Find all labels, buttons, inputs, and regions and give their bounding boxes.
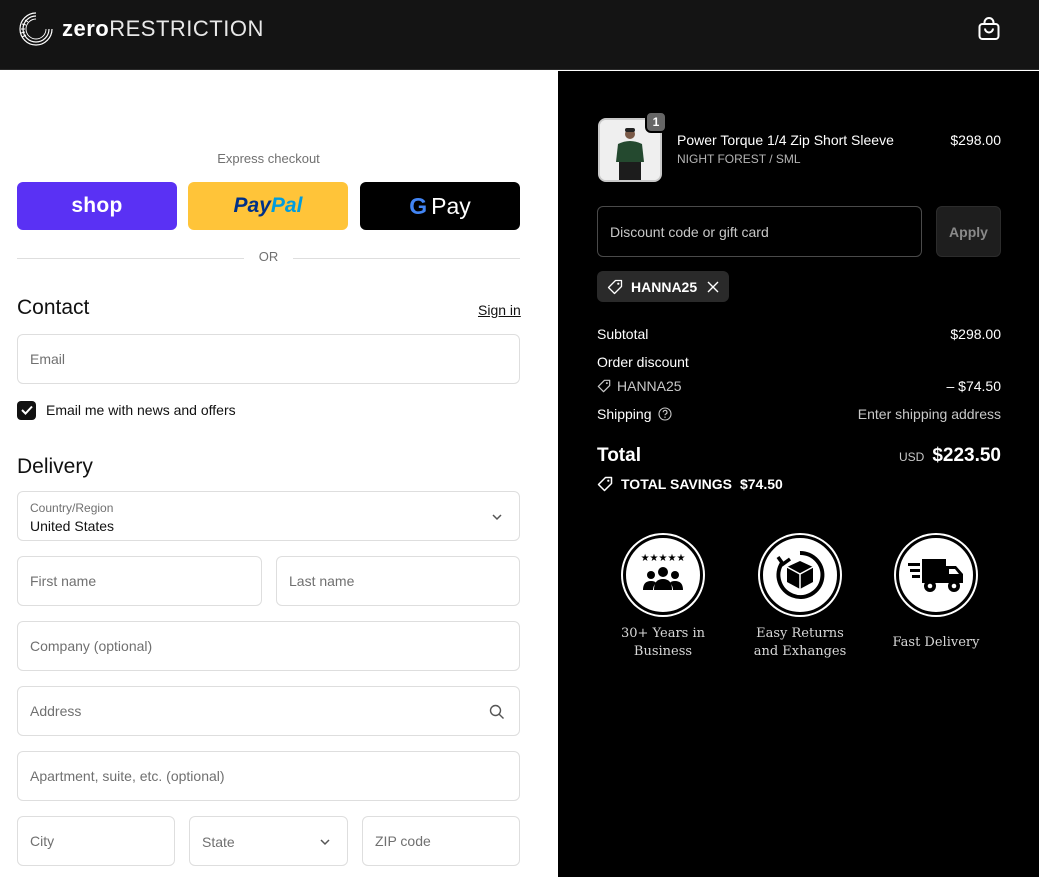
address-input[interactable] <box>18 687 519 735</box>
state-select[interactable]: State <box>189 816 348 866</box>
email-field[interactable] <box>17 334 520 384</box>
quantity-badge: 1 <box>645 111 667 133</box>
top-bar: zeroRESTRICTION <box>0 0 1039 70</box>
product-name: Power Torque 1/4 Zip Short Sleeve <box>677 132 894 148</box>
truck-icon <box>908 559 963 592</box>
applied-code-chip: HANNA25 <box>597 271 730 302</box>
badge-years-line1: 30+ Years in <box>620 626 705 641</box>
apartment-field[interactable] <box>17 751 520 801</box>
badge-delivery: Fast Delivery <box>876 535 996 652</box>
order-discount-label: Order discount <box>597 354 689 370</box>
zip-field[interactable] <box>362 816 520 866</box>
apartment-input[interactable] <box>18 752 519 800</box>
city-input[interactable] <box>18 817 174 865</box>
shop-pay-button[interactable]: shop <box>17 182 177 230</box>
city-field[interactable] <box>17 816 175 866</box>
svg-text:★★★★★: ★★★★★ <box>641 553 686 564</box>
logo-swirl-icon <box>19 12 53 46</box>
delivery-title: Delivery <box>17 455 93 478</box>
box-return-icon <box>776 550 825 599</box>
paypal-button[interactable]: Pay Pal <box>188 182 348 230</box>
google-g-icon: G <box>409 192 428 219</box>
product-variant: NIGHT FOREST / SML <box>677 152 801 166</box>
shipping-label: Shipping <box>597 406 652 422</box>
state-placeholder: State <box>202 834 235 850</box>
tag-icon <box>597 476 613 492</box>
order-summary: 1 Power Torque 1/4 Zip Short Sleeve NIGH… <box>558 71 1039 877</box>
discount-value: – $74.50 <box>946 378 1002 394</box>
first-name-input[interactable] <box>18 557 261 605</box>
badge-returns-line1: Easy Returns <box>756 626 844 641</box>
express-checkout-label: Express checkout <box>217 151 320 166</box>
discount-code-text: HANNA25 <box>617 378 682 394</box>
sign-in-link[interactable]: Sign in <box>478 302 521 318</box>
discount-input[interactable] <box>598 207 921 256</box>
tag-icon <box>597 379 611 393</box>
badge-delivery-line1: Fast Delivery <box>892 635 980 650</box>
shipping-value: Enter shipping address <box>857 406 1001 422</box>
brand-logo[interactable]: zeroRESTRICTION <box>16 9 264 49</box>
last-name-input[interactable] <box>277 557 519 605</box>
badge-years: ★★★★★ 30+ Years in Business <box>603 535 723 661</box>
contact-title: Contact <box>17 296 90 319</box>
zip-input[interactable] <box>363 817 519 865</box>
chevron-down-icon <box>320 839 330 846</box>
currency-code: USD <box>898 450 925 464</box>
google-pay-button[interactable]: G Pay <box>360 182 520 230</box>
badge-returns-line2: and Exhanges <box>753 644 847 659</box>
apply-button[interactable]: Apply <box>936 206 1001 257</box>
address-field[interactable] <box>17 686 520 736</box>
subtotal-value: $298.00 <box>950 326 1001 342</box>
company-field[interactable] <box>17 621 520 671</box>
country-value: United States <box>30 518 115 534</box>
or-divider: OR <box>17 249 520 267</box>
newsletter-label: Email me with news and offers <box>46 402 236 418</box>
search-icon[interactable] <box>489 704 505 720</box>
total-label: Total <box>597 445 641 466</box>
remove-code-button[interactable] <box>707 281 719 293</box>
tag-icon <box>607 279 623 294</box>
subtotal-label: Subtotal <box>597 326 649 342</box>
savings-label: TOTAL SAVINGS <box>621 476 732 492</box>
product-price: $298.00 <box>950 132 1001 148</box>
applied-code-text: HANNA25 <box>631 278 698 295</box>
total-value: $223.50 <box>932 445 1001 466</box>
discount-field[interactable] <box>597 206 922 257</box>
email-input[interactable] <box>18 335 519 383</box>
group-stars-icon: ★★★★★ <box>641 553 686 590</box>
savings-value: $74.50 <box>739 476 783 492</box>
checkout-form: Express checkout shop Pay Pal G Pay OR Con… <box>0 71 558 877</box>
newsletter-checkbox-row[interactable]: Email me with news and offers <box>17 400 236 420</box>
newsletter-checkbox[interactable] <box>17 400 36 420</box>
country-label: Country/Region <box>30 501 114 515</box>
total-amount: USD $223.50 <box>899 445 1001 467</box>
help-icon[interactable] <box>657 407 672 421</box>
discount-code-row: HANNA25 <box>597 378 682 394</box>
brand-name: zeroRESTRICTION <box>62 16 264 41</box>
checkmark-icon <box>20 405 33 415</box>
first-name-field[interactable] <box>17 556 262 606</box>
chevron-down-icon <box>492 514 502 521</box>
badge-years-line2: Business <box>633 644 693 659</box>
close-icon <box>707 281 719 292</box>
total-savings: TOTAL SAVINGS $74.50 <box>597 476 783 492</box>
company-input[interactable] <box>18 622 519 670</box>
badge-returns: Easy Returns and Exhanges <box>740 535 860 661</box>
country-select[interactable]: Country/Region United States <box>17 491 520 541</box>
shipping-row: Shipping <box>597 406 672 422</box>
shopping-bag-icon[interactable] <box>976 16 1002 42</box>
last-name-field[interactable] <box>276 556 520 606</box>
